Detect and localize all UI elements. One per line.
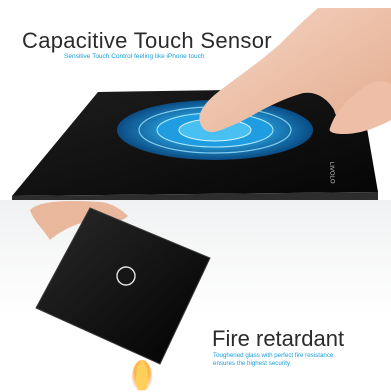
feature-title-touch: Capacitive Touch Sensor	[22, 28, 272, 53]
feature-description-line2: ensures the highest security	[213, 360, 291, 367]
feature-description-line1: Toughened glass with perfect fire resist…	[213, 352, 334, 359]
touch-sensor-panel: LIVOLO Capacitive Touch Sensor Sensitive…	[0, 0, 391, 200]
feature-description-fire: Toughened glass with perfect fire resist…	[213, 352, 373, 368]
fire-retardant-panel: Fire retardant Toughened glass with perf…	[0, 200, 391, 392]
panel-brand-logo: LIVOLO	[328, 162, 335, 184]
glass-switch-tilted	[35, 207, 211, 365]
feature-subtitle-touch: Sensitive Touch Control feeling like iPh…	[64, 53, 205, 60]
feature-title-fire: Fire retardant	[212, 326, 345, 351]
product-banner: LIVOLO Capacitive Touch Sensor Sensitive…	[0, 0, 391, 392]
